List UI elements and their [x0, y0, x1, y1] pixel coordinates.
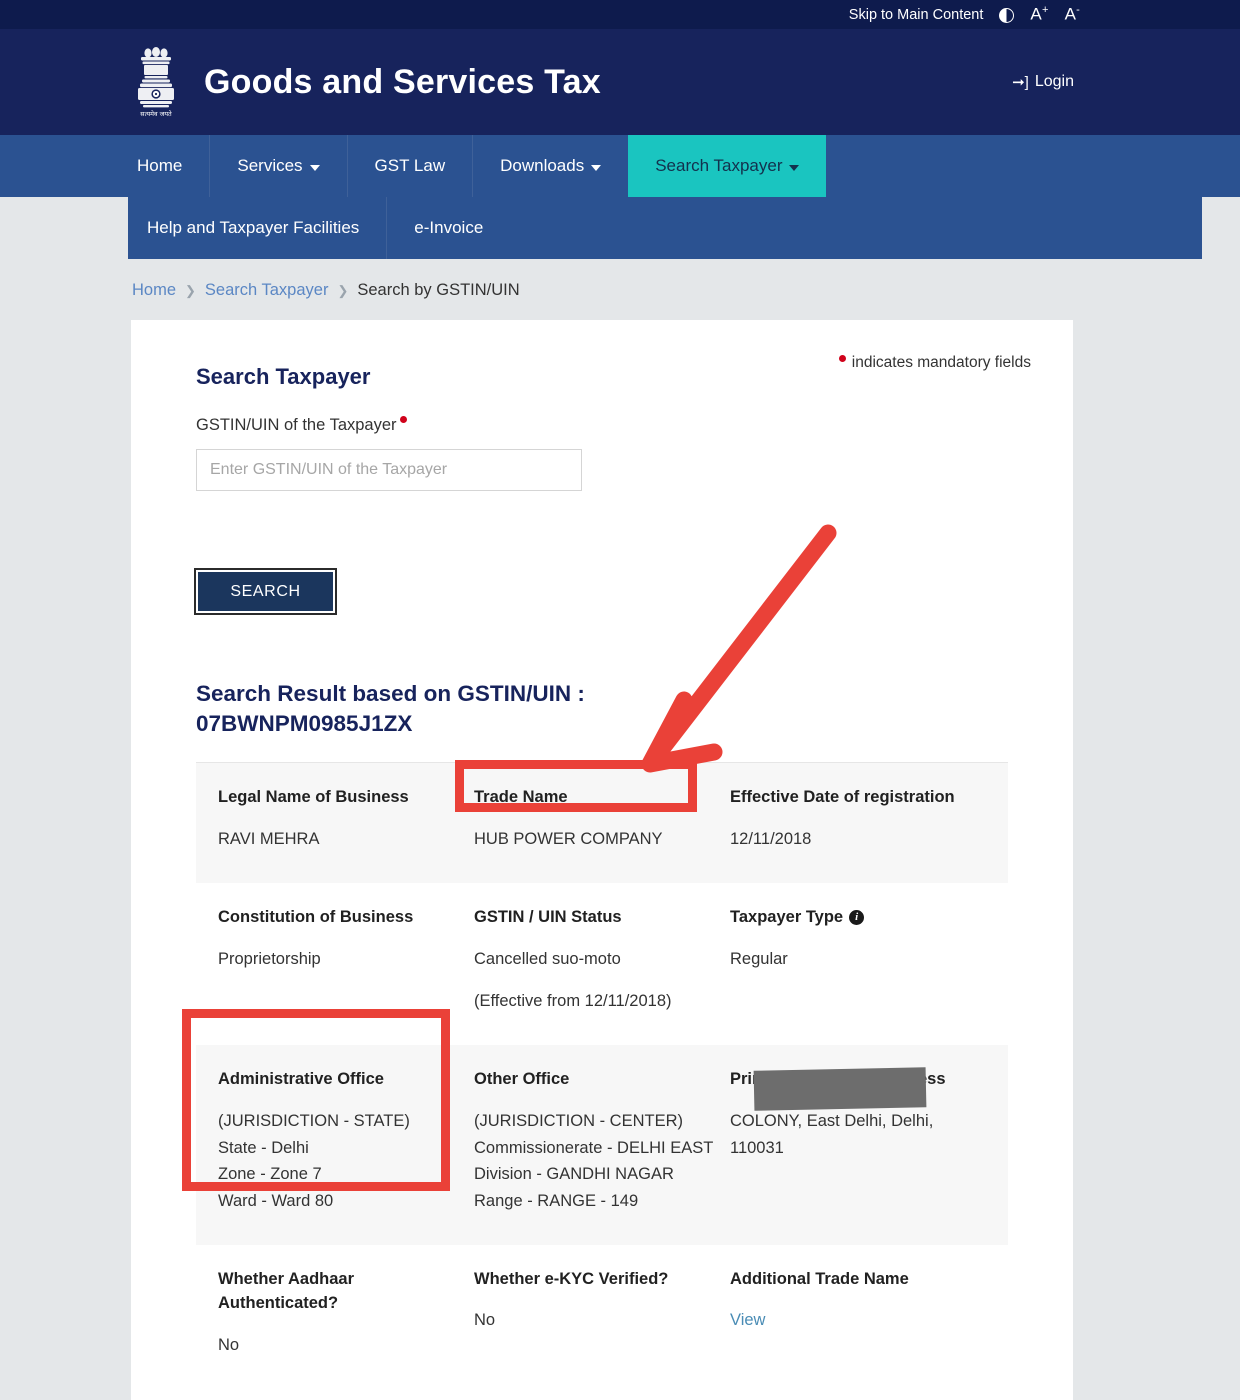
cell-other-office: Other Office (JURISDICTION - CENTER) Com…: [474, 1067, 730, 1215]
utility-bar: Skip to Main Content A+ A-: [0, 0, 1240, 29]
cell-whether-aadhaar-authenticated: Whether Aadhaar Authenticated? No: [218, 1267, 474, 1359]
nav-label: Services: [237, 156, 303, 175]
font-increase-label: A: [1030, 4, 1042, 24]
required-dot-icon: [399, 416, 407, 423]
cell-value: Cancelled suo-moto (Effective from 12/11…: [474, 946, 716, 1015]
nav-item-help-and-taxpayer-facilities[interactable]: Help and Taxpayer Facilities: [128, 197, 386, 259]
cell-label: Legal Name of Business: [218, 788, 409, 807]
chevron-down-icon: [789, 165, 800, 171]
skip-to-main-content-link[interactable]: Skip to Main Content: [849, 7, 984, 23]
nav-item-home[interactable]: Home: [110, 135, 209, 197]
cell-label: Other Office: [474, 1070, 570, 1089]
contrast-icon[interactable]: [999, 8, 1015, 23]
font-decrease-label: A: [1064, 4, 1077, 24]
cell-value: No: [218, 1336, 240, 1355]
breadcrumb-separator: ❯: [185, 282, 196, 298]
cell-whether-ekyc-verified: Whether e-KYC Verified? No: [474, 1267, 730, 1359]
mandatory-note-label: indicates mandatory fields: [851, 354, 1031, 371]
cell-value: (JURISDICTION - STATE) State - Delhi Zon…: [218, 1111, 410, 1210]
gstin-label-text: GSTIN/UIN of the Taxpayer: [196, 416, 397, 434]
svg-text:सत्यमेव जयते: सत्यमेव जयते: [140, 110, 172, 118]
gstin-input[interactable]: [196, 449, 582, 491]
login-button[interactable]: ➞] Login: [1012, 73, 1074, 91]
cell-gstin-uin-status: GSTIN / UIN Status Cancelled suo-moto (E…: [474, 905, 730, 1015]
font-increase-button[interactable]: A+: [1030, 4, 1048, 25]
cell-label: GSTIN / UIN Status: [474, 907, 622, 926]
cell-value: No: [474, 1311, 496, 1330]
font-decrease-button[interactable]: A-: [1065, 4, 1080, 25]
font-increase-sup: +: [1041, 4, 1049, 17]
nav-item-gst-law[interactable]: GST Law: [346, 135, 473, 197]
nav-label: Help and Taxpayer Facilities: [147, 218, 360, 237]
cell-additional-trade-name: Additional Trade Name View: [730, 1267, 986, 1359]
redaction-bar: [753, 1067, 927, 1111]
cell-administrative-office: Administrative Office (JURISDICTION - ST…: [218, 1067, 474, 1215]
breadcrumb-item-current: Search by GSTIN/UIN: [357, 281, 520, 299]
cell-label: Whether Aadhaar Authenticated?: [218, 1269, 354, 1313]
gstin-field-label: GSTIN/UIN of the Taxpayer: [196, 416, 1008, 435]
cell-label: Administrative Office: [218, 1070, 384, 1089]
cell-value: RAVI MEHRA: [218, 830, 320, 849]
nav-label: Home: [137, 156, 183, 175]
cell-value: Regular: [730, 949, 788, 968]
cell-value: HUB POWER COMPANY: [474, 830, 663, 849]
cell-value: Proprietorship: [218, 949, 321, 968]
page-title: Goods and Services Tax: [204, 62, 601, 101]
nav-item-services[interactable]: Services: [209, 135, 346, 197]
info-icon[interactable]: i: [849, 909, 865, 925]
cell-legal-name-of-business: Legal Name of Business RAVI MEHRA: [218, 785, 474, 852]
cell-label: Additional Trade Name: [730, 1269, 909, 1288]
secondary-navigation: Help and Taxpayer Facilities e-Invoice: [128, 197, 1202, 259]
brand-header: सत्यमेव जयते Goods and Services Tax ➞] L…: [0, 29, 1240, 135]
breadcrumb-separator: ❯: [337, 282, 349, 298]
cell-value: View: [730, 1307, 972, 1334]
cell-label: Whether e-KYC Verified?: [474, 1269, 669, 1288]
nav-label: Downloads: [500, 156, 585, 175]
cell-label: Taxpayer Type i: [730, 905, 972, 930]
required-dot-icon: [838, 354, 846, 362]
nav-label: e-Invoice: [414, 218, 484, 237]
cell-label: Constitution of Business: [218, 907, 414, 926]
cell-value: 12/11/2018: [730, 830, 812, 849]
cell-effective-date-of-registration: Effective Date of registration 12/11/201…: [730, 785, 986, 852]
breadcrumb-item-search-taxpayer[interactable]: Search Taxpayer: [205, 281, 329, 300]
search-taxpayer-card: indicates mandatory fields Search Taxpay…: [131, 320, 1073, 1400]
login-label: Login: [1034, 73, 1074, 90]
cell-value: (JURISDICTION - CENTER) Commissionerate …: [474, 1111, 714, 1210]
font-decrease-sup: -: [1076, 4, 1080, 17]
cell-trade-name: Trade Name HUB POWER COMPANY: [474, 785, 730, 852]
nav-item-e-invoice[interactable]: e-Invoice: [386, 197, 510, 259]
nav-item-search-taxpayer[interactable]: Search Taxpayer: [628, 135, 827, 197]
nav-item-downloads[interactable]: Downloads: [472, 135, 628, 197]
view-additional-trade-name-link[interactable]: View: [730, 1311, 765, 1329]
india-emblem-icon: सत्यमेव जयते: [128, 40, 184, 124]
mandatory-fields-note: indicates mandatory fields: [838, 354, 1031, 372]
table-row: Whether Aadhaar Authenticated? No Whethe…: [196, 1244, 1008, 1389]
login-arrow-icon: ➞]: [1012, 74, 1029, 91]
chevron-down-icon: [591, 165, 602, 171]
nav-label: GST Law: [374, 156, 446, 175]
cell-constitution-of-business: Constitution of Business Proprietorship: [218, 905, 474, 1015]
cell-label-text: Taxpayer Type: [730, 907, 844, 926]
breadcrumb-item-home[interactable]: Home: [132, 281, 176, 300]
cell-label: Effective Date of registration: [730, 788, 955, 807]
cell-taxpayer-type: Taxpayer Type i Regular: [730, 905, 986, 1015]
search-button[interactable]: SEARCH: [194, 568, 337, 615]
cell-label: Trade Name: [474, 788, 568, 807]
chevron-down-icon: [309, 165, 320, 171]
primary-navigation: Home Services GST Law Downloads Search T…: [0, 135, 1240, 197]
status-effective-from: (Effective from 12/11/2018): [474, 992, 672, 1011]
cell-value: COLONY, East Delhi, Delhi, 110031: [730, 1111, 934, 1157]
breadcrumb: Home ❯ Search Taxpayer ❯ Search by GSTIN…: [0, 259, 1240, 320]
table-row: Legal Name of Business RAVI MEHRA Trade …: [196, 763, 1008, 883]
status-value: Cancelled suo-moto: [474, 949, 621, 968]
table-row: Constitution of Business Proprietorship …: [196, 882, 1008, 1046]
nav-label: Search Taxpayer: [655, 156, 783, 175]
search-result-heading: Search Result based on GSTIN/UIN : 07BWN…: [196, 681, 585, 736]
